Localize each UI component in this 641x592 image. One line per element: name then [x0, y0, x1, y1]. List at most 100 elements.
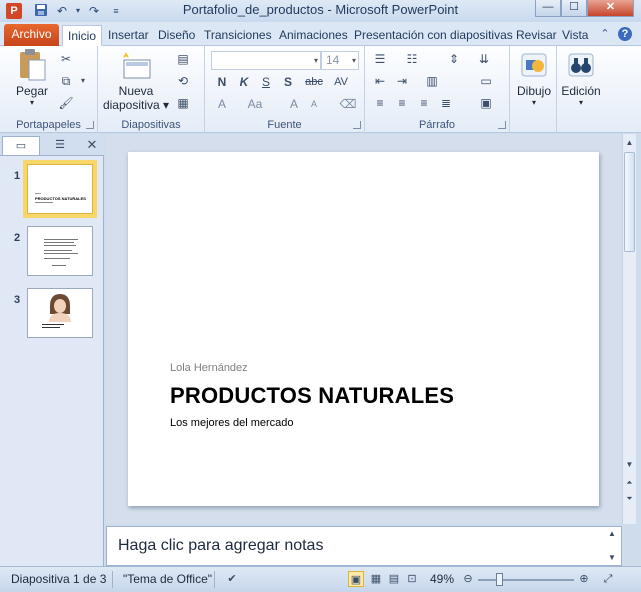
slide-author[interactable]: Lola Hernández [170, 362, 248, 374]
tab-insertar[interactable]: Insertar [103, 25, 154, 46]
reading-view-icon[interactable]: ▤ [386, 571, 402, 587]
previous-slide-icon[interactable]: ⏶ [623, 476, 636, 490]
slide-thumbnail-2[interactable] [27, 226, 93, 276]
format-painter-icon[interactable]: 🖌 [57, 94, 75, 112]
spelling-check-icon[interactable]: ✔ [224, 571, 240, 587]
drawing-button[interactable]: Dibujo ▾ [514, 48, 554, 107]
layout-icon[interactable]: ▤ [174, 50, 192, 68]
italic-icon[interactable]: K [235, 73, 253, 91]
align-center-icon[interactable]: ≡ [393, 94, 411, 112]
tab-inicio[interactable]: Inicio [62, 25, 103, 46]
copy-icon[interactable]: ⧉ [57, 72, 75, 90]
maximize-button[interactable]: ☐ [561, 0, 587, 17]
tab-revisar[interactable]: Revisar [511, 25, 562, 46]
fuente-dialog-launcher[interactable] [353, 121, 361, 129]
next-slide-icon[interactable]: ⏷ [623, 492, 636, 506]
shadow-icon[interactable]: S [279, 73, 297, 91]
notes-placeholder[interactable]: Haga clic para agregar notas [118, 537, 323, 555]
close-pane-icon[interactable]: ✕ [84, 136, 100, 155]
fit-to-window-icon[interactable]: ⤢ [600, 571, 616, 587]
group-edicion: Edición ▾ [557, 46, 605, 133]
justify-icon[interactable]: ≣ [437, 94, 455, 112]
close-button[interactable]: ✕ [587, 0, 634, 17]
theme-name[interactable]: "Tema de Office" [123, 572, 212, 586]
character-spacing-icon[interactable]: AV [329, 73, 353, 91]
ribbon-tab-bar: Archivo Inicio Insertar Diseño Transicio… [0, 22, 641, 46]
group-label-fuente: Fuente [267, 119, 302, 131]
tab-transiciones[interactable]: Transiciones [199, 25, 277, 46]
cut-icon[interactable]: ✂ [57, 50, 75, 68]
divider [214, 571, 215, 588]
clear-formatting-icon[interactable]: ⌫ [339, 95, 357, 113]
current-slide[interactable]: Lola Hernández PRODUCTOS NATURALES Los m… [128, 152, 599, 506]
minimize-ribbon-icon[interactable]: ⌃ [598, 27, 612, 41]
zoom-slider-track[interactable] [478, 579, 574, 581]
slideshow-icon[interactable]: ⊡ [404, 571, 420, 587]
align-right-icon[interactable]: ≡ [415, 94, 433, 112]
person-image-icon [49, 294, 71, 322]
notes-scroll-down-icon[interactable]: ▼ [608, 553, 620, 562]
group-label-portapapeles: Portapapeles [16, 119, 81, 131]
scroll-thumb[interactable] [624, 152, 635, 252]
group-parrafo: ☰ ☷ ⇕ ⇊ ⇤ ⇥ ▥ ▭ ≡ ≡ ≡ ≣ ▣ Párrafo [365, 46, 510, 133]
grow-font-icon[interactable]: A [285, 95, 303, 113]
smartart-icon[interactable]: ▣ [477, 94, 495, 112]
normal-view-icon[interactable]: ▣ [348, 571, 364, 587]
increase-indent-icon[interactable]: ⇥ [393, 72, 411, 90]
bold-icon[interactable]: N [213, 73, 231, 91]
copy-dropdown-icon[interactable]: ▾ [74, 72, 92, 90]
font-color-icon[interactable]: A [213, 95, 231, 113]
decrease-indent-icon[interactable]: ⇤ [371, 72, 389, 90]
bullets-icon[interactable]: ☰ [371, 50, 389, 68]
group-portapapeles: Pegar ▾ ✂ ⧉ ▾ 🖌 Portapapeles [0, 46, 98, 133]
slide-title[interactable]: PRODUCTOS NATURALES [170, 383, 454, 409]
align-text-icon[interactable]: ▭ [477, 72, 495, 90]
align-left-icon[interactable]: ≡ [371, 94, 389, 112]
scroll-down-icon[interactable]: ▼ [623, 458, 636, 472]
zoom-out-icon[interactable]: ⊖ [460, 571, 476, 587]
tab-presentacion[interactable]: Presentación con diapositivas [349, 25, 518, 46]
slide-thumbnail-3[interactable] [27, 288, 93, 338]
change-case-icon[interactable]: Aa [243, 95, 267, 113]
zoom-slider-thumb[interactable] [496, 573, 503, 586]
reset-slide-icon[interactable]: ⟲ [174, 72, 192, 90]
section-icon[interactable]: ▦ [174, 94, 192, 112]
slide-subtitle[interactable]: Los mejores del mercado [170, 417, 294, 429]
minimize-button[interactable]: — [535, 0, 561, 17]
zoom-level[interactable]: 49% [430, 572, 454, 586]
zoom-in-icon[interactable]: ⊕ [576, 571, 592, 587]
parrafo-dialog-launcher[interactable] [498, 121, 506, 129]
underline-icon[interactable]: S [257, 73, 275, 91]
line-spacing-icon[interactable]: ⇕ [445, 50, 463, 68]
thumb-number-1: 1 [14, 170, 21, 182]
clipboard-icon [16, 48, 48, 82]
font-size-combo[interactable]: 14 ▾ [321, 51, 359, 70]
new-slide-button[interactable]: Nueva diapositiva ▾ [102, 48, 170, 112]
tab-archivo[interactable]: Archivo [4, 24, 59, 46]
tab-animaciones[interactable]: Animaciones [274, 25, 353, 46]
font-name-combo[interactable]: ▾ [211, 51, 321, 70]
paste-button[interactable]: Pegar ▾ [12, 48, 52, 107]
columns-icon[interactable]: ▥ [423, 72, 441, 90]
thumb-1-title: PRODUCTOS NATURALES [35, 196, 86, 201]
vertical-scrollbar[interactable]: ▲ ▼ ⏶ ⏷ [622, 134, 636, 524]
tab-slides-icon[interactable]: ▭ [2, 136, 40, 155]
shrink-font-icon[interactable]: A [305, 95, 323, 113]
scroll-up-icon[interactable]: ▲ [623, 136, 636, 150]
thumb-number-3: 3 [14, 294, 21, 306]
notes-scroll-up-icon[interactable]: ▲ [608, 529, 620, 538]
slide-thumbnail-1[interactable]: PRODUCTOS NATURALES [23, 160, 97, 218]
tab-vista[interactable]: Vista [557, 25, 593, 46]
numbering-icon[interactable]: ☷ [403, 50, 421, 68]
title-bar: P ↶ ▾ ↷ ≡ Portafolio_de_productos - Micr… [0, 0, 641, 22]
slide-sorter-icon[interactable]: ▦ [368, 571, 384, 587]
strikethrough-icon[interactable]: abc [303, 73, 325, 91]
tab-outline-icon[interactable]: ☰ [42, 136, 78, 155]
help-icon[interactable]: ? [618, 27, 632, 41]
slide-counter: Diapositiva 1 de 3 [11, 572, 107, 586]
notes-pane[interactable]: Haga clic para agregar notas ▲ ▼ [106, 526, 622, 566]
portapapeles-dialog-launcher[interactable] [86, 121, 94, 129]
text-direction-icon[interactable]: ⇊ [475, 50, 493, 68]
tab-diseno[interactable]: Diseño [153, 25, 200, 46]
editing-button[interactable]: Edición ▾ [559, 48, 603, 107]
